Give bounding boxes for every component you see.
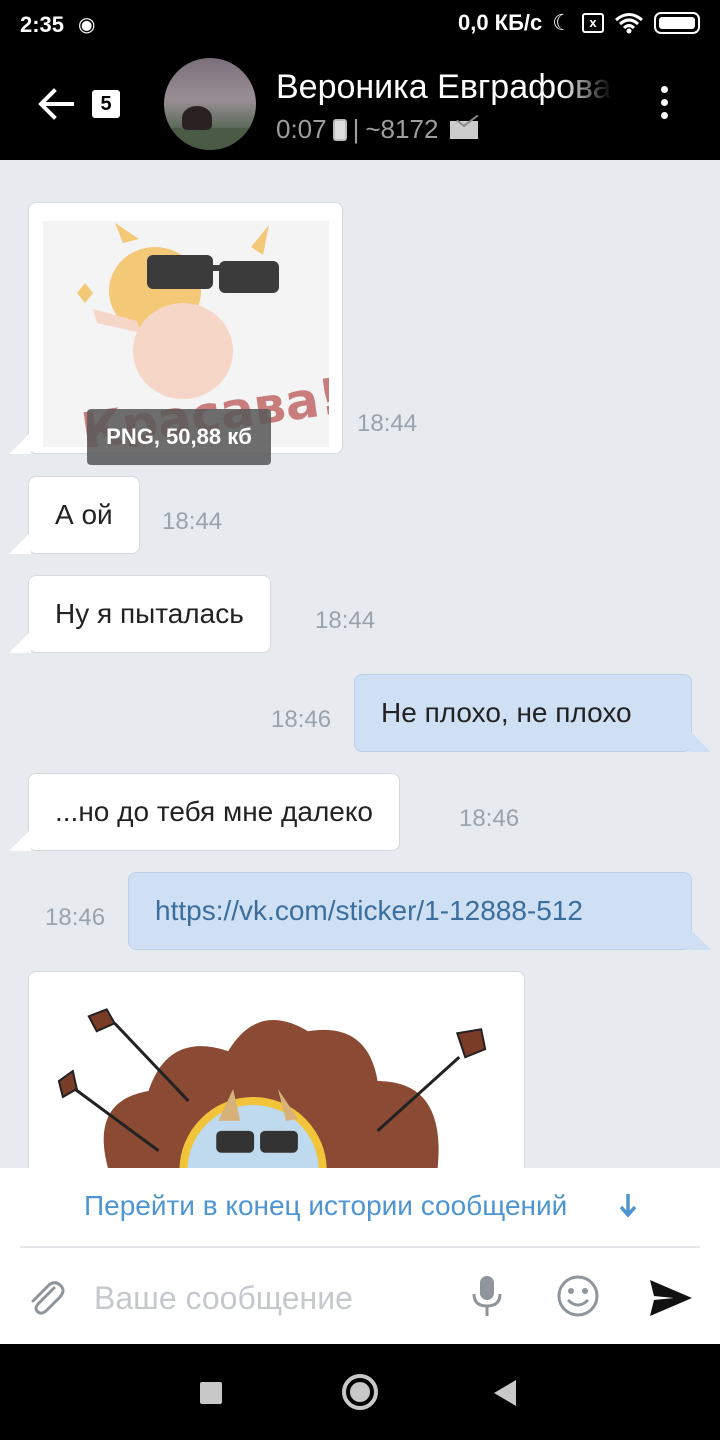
jump-to-end-label[interactable]: Перейти в конец истории сообщений bbox=[84, 1190, 567, 1222]
status-separator: | bbox=[352, 114, 360, 144]
message-input[interactable]: Ваше сообщение bbox=[94, 1280, 353, 1317]
home-icon[interactable] bbox=[342, 1374, 378, 1410]
message-text: ...но до тебя мне далеко bbox=[55, 796, 373, 827]
message-time: 18:44 bbox=[162, 508, 223, 535]
message-text: А ой bbox=[55, 499, 113, 530]
chat-header: 5 Вероника Евграфова 0:07 | ~8172 bbox=[0, 50, 720, 160]
message-time: 18:46 bbox=[271, 706, 332, 733]
phone-icon bbox=[332, 118, 347, 141]
message-time: 18:46 bbox=[459, 805, 520, 832]
message-bubble-incoming[interactable]: А ой bbox=[9, 476, 140, 554]
message-bubble-incoming[interactable]: Ну я пыталась bbox=[9, 575, 271, 653]
message-bubble-outgoing[interactable]: Не плохо, не плохо bbox=[354, 674, 711, 752]
status-time: 2:35 bbox=[20, 12, 65, 37]
last-seen-time: 0:07 bbox=[276, 114, 327, 144]
notification-icon: ◉ bbox=[78, 14, 96, 36]
battery-icon bbox=[654, 12, 700, 34]
avatar[interactable] bbox=[164, 58, 256, 150]
status-bar: 2:35 ◉ 0,0 КБ/с ☾ x bbox=[0, 0, 720, 50]
send-icon[interactable] bbox=[648, 1278, 694, 1318]
message-link[interactable]: https://vk.com/sticker/1-12888-512 bbox=[155, 895, 583, 927]
emoji-icon[interactable] bbox=[556, 1274, 600, 1318]
message-text: Ну я пыталась bbox=[55, 598, 244, 629]
contact-status: 0:07 | ~8172 bbox=[276, 114, 479, 145]
attach-icon[interactable] bbox=[24, 1276, 66, 1318]
microphone-icon[interactable] bbox=[470, 1274, 504, 1318]
recents-icon[interactable] bbox=[200, 1382, 222, 1404]
message-bubble-sticker[interactable] bbox=[28, 971, 525, 1168]
back-arrow-icon[interactable] bbox=[36, 84, 76, 124]
mail-icon bbox=[450, 120, 479, 139]
message-bubble-sticker[interactable]: Красава! PNG, 50,88 кб bbox=[9, 202, 343, 465]
moon-icon: ☾ bbox=[552, 10, 572, 35]
message-composer: Ваше сообщение bbox=[0, 1248, 720, 1344]
message-text: Не плохо, не плохо bbox=[381, 697, 632, 728]
jump-to-end-bar[interactable]: Перейти в конец истории сообщений bbox=[0, 1168, 720, 1248]
message-bubble-outgoing[interactable]: https://vk.com/sticker/1-12888-512 bbox=[128, 872, 711, 950]
message-list[interactable]: Красава! PNG, 50,88 кб 18:44 А ой 18:44 … bbox=[0, 160, 720, 1168]
unread-count-badge[interactable]: 5 bbox=[92, 90, 120, 118]
arrow-down-icon[interactable] bbox=[618, 1192, 638, 1220]
message-time: 18:44 bbox=[357, 410, 418, 437]
message-time: 18:44 bbox=[315, 607, 376, 634]
system-nav-bar bbox=[0, 1344, 720, 1440]
message-bubble-incoming[interactable]: ...но до тебя мне далеко bbox=[9, 773, 400, 851]
system-back-icon[interactable] bbox=[494, 1380, 516, 1406]
more-vertical-icon[interactable] bbox=[654, 86, 674, 126]
message-time: 18:46 bbox=[45, 904, 106, 931]
network-speed: 0,0 КБ/с bbox=[457, 10, 543, 35]
sticker-image-goat[interactable] bbox=[29, 971, 524, 1168]
sim-icon: x bbox=[582, 13, 604, 33]
file-size-badge: PNG, 50,88 кб bbox=[87, 409, 271, 465]
message-count: ~8172 bbox=[365, 114, 439, 144]
wifi-icon bbox=[615, 13, 643, 34]
